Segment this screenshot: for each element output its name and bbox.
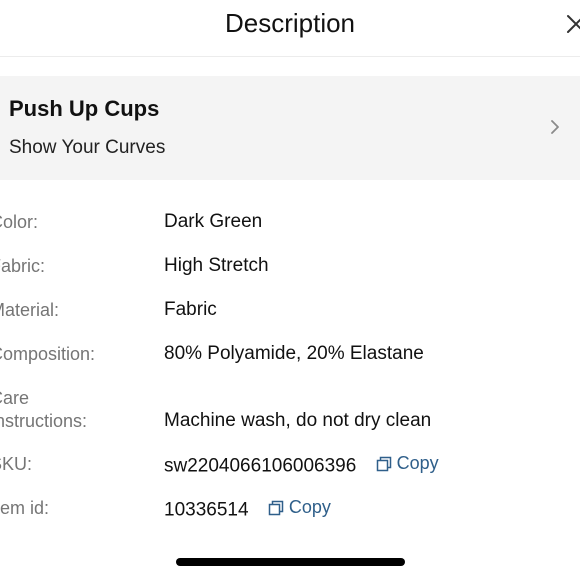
attribute-value: High Stretch [164,255,269,276]
attribute-value: 80% Polyamide, 20% Elastane [164,343,424,364]
attribute-value: sw2204066106006396 Copy [164,453,439,478]
page-title: Description [224,8,356,38]
copy-icon [376,456,391,471]
attribute-value: Dark Green [164,211,263,232]
header: Description [0,0,580,57]
copy-label: Copy [288,497,331,517]
attribute-value: 10336514 Copy [164,497,331,522]
attribute-label: Fabric: [0,256,46,276]
feature-banner[interactable]: Push Up Cups Show Your Curves [0,76,580,180]
attribute-value: Machine wash, do not dry clean [164,410,432,431]
description-sheet: Description Push Up Cups Show Your Curve… [0,0,580,580]
copy-icon [268,500,284,515]
attribute-label: Color: [0,212,39,232]
attribute-label: SKU: [0,454,33,474]
attribute-label: Composition: [0,344,96,364]
item-id-value: 10336514 [164,499,249,521]
attribute-label: Material: [0,300,60,320]
copy-label: Copy [396,453,439,473]
home-indicator[interactable] [176,558,405,566]
sku-value: sw2204066106006396 [164,455,357,477]
copy-sku-button[interactable]: Copy [376,453,439,474]
copy-item-id-button[interactable]: Copy [268,497,331,518]
attribute-label: Care Instructions: [0,388,88,431]
chevron-right-icon [551,120,559,134]
attribute-value: Fabric [164,299,217,320]
close-button[interactable] [566,10,580,40]
attribute-label: Item id: [0,498,50,518]
close-icon [567,15,580,33]
banner-title: Push Up Cups [9,96,160,121]
banner-subtitle: Show Your Curves [9,137,166,158]
